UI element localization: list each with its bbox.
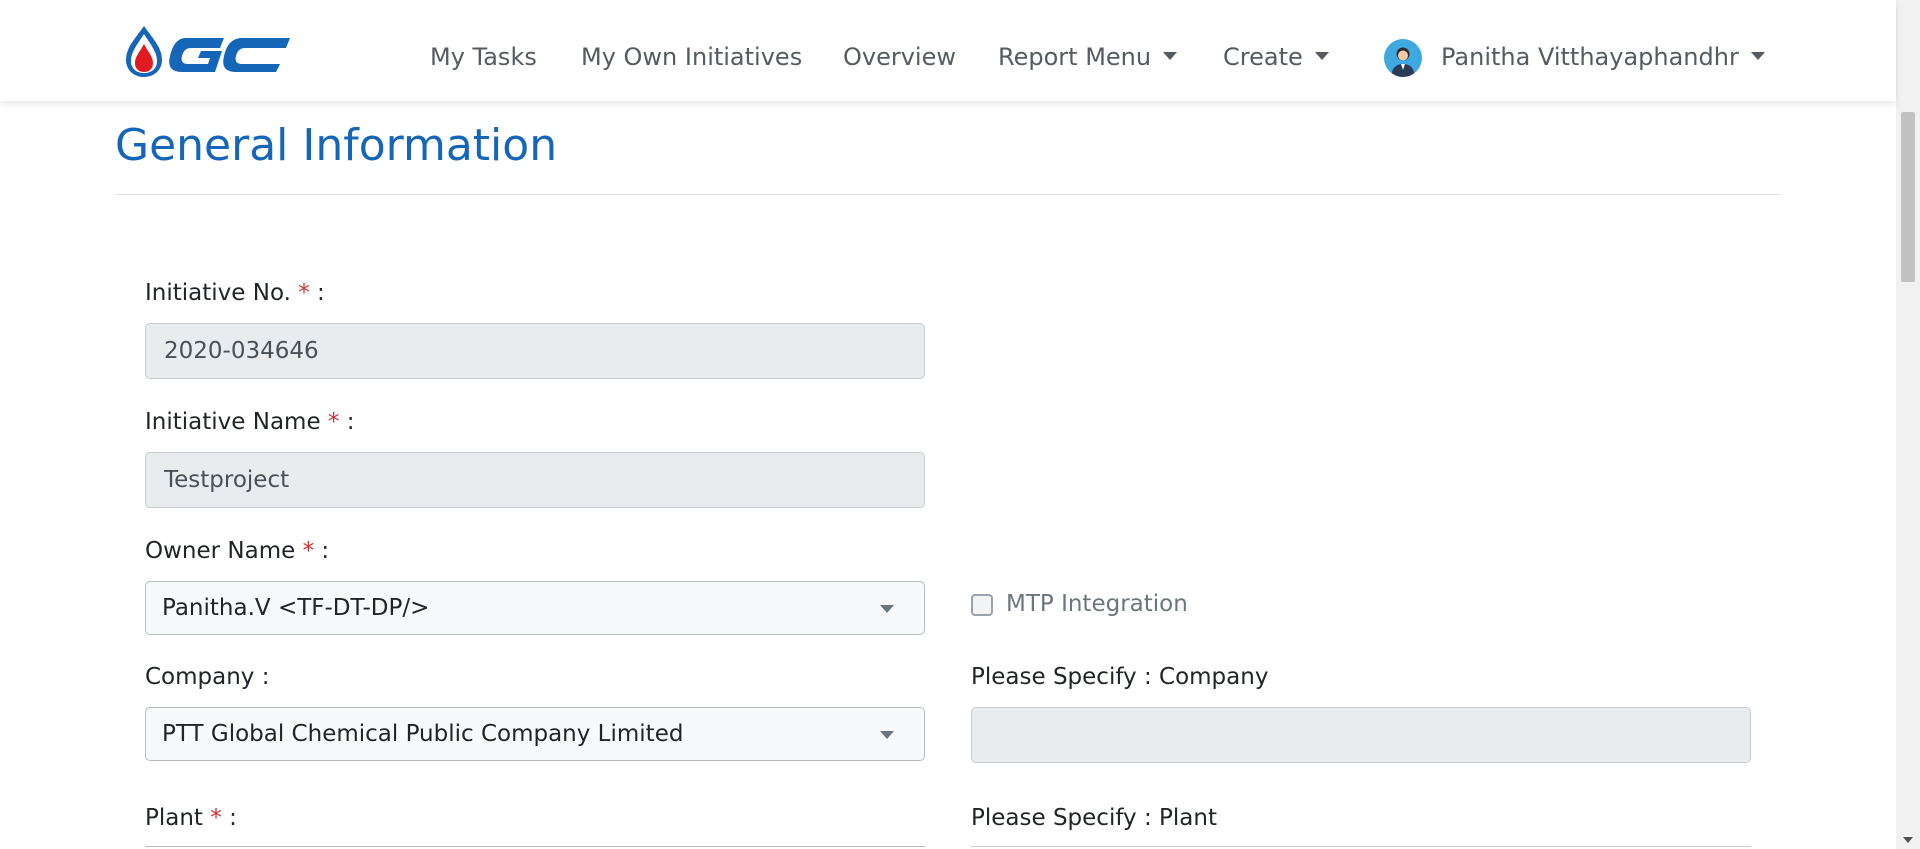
page-title: General Information xyxy=(115,120,558,171)
scrollbar-thumb[interactable] xyxy=(1901,112,1915,282)
label-colon: : xyxy=(317,280,325,306)
plant-label-text: Plant xyxy=(145,805,203,831)
company-select[interactable]: PTT Global Chemical Public Company Limit… xyxy=(145,707,925,761)
chevron-down-icon xyxy=(880,605,894,613)
chevron-down-icon xyxy=(1750,52,1765,60)
label-colon: : xyxy=(321,538,330,564)
nav-my-tasks[interactable]: My Tasks xyxy=(430,40,537,74)
initiative-name-label-text: Initiative Name xyxy=(145,409,321,435)
label-colon: : xyxy=(346,409,355,435)
initiative-no-label: Initiative No. * : xyxy=(145,277,325,309)
chevron-down-icon xyxy=(880,731,894,739)
specify-company-field[interactable] xyxy=(971,707,1751,763)
nav-my-own-initiatives[interactable]: My Own Initiatives xyxy=(581,40,802,74)
nav-report-menu[interactable]: Report Menu xyxy=(998,40,1178,74)
specify-company-label: Please Specify : Company xyxy=(971,664,1269,690)
nav-create[interactable]: Create xyxy=(1223,40,1329,74)
nav-report-menu-label: Report Menu xyxy=(998,43,1152,71)
required-mark: * xyxy=(327,409,340,435)
mtp-integration-checkbox[interactable] xyxy=(971,594,993,616)
initiative-name-label: Initiative Name * : xyxy=(145,406,354,438)
required-mark: * xyxy=(298,280,310,306)
chevron-down-icon xyxy=(1314,52,1329,60)
company-label: Company : xyxy=(145,664,270,690)
page-scrollbar[interactable] xyxy=(1896,0,1920,849)
owner-name-label-text: Owner Name xyxy=(145,538,296,564)
owner-name-select[interactable]: Panitha.V <TF-DT-DP/> xyxy=(145,581,925,635)
owner-name-label: Owner Name * : xyxy=(145,535,329,567)
required-mark: * xyxy=(210,805,222,831)
initiative-no-label-text: Initiative No. xyxy=(145,280,291,306)
nav-overview[interactable]: Overview xyxy=(843,40,956,74)
user-name: Panitha Vitthayaphandhr xyxy=(1441,43,1739,71)
gc-logo-icon xyxy=(126,26,290,77)
initiative-name-field[interactable] xyxy=(145,452,925,508)
required-mark: * xyxy=(302,538,315,564)
user-menu[interactable]: Panitha Vitthayaphandhr xyxy=(1441,40,1765,74)
owner-name-selected-value: Panitha.V <TF-DT-DP/> xyxy=(162,595,430,621)
nav-create-label: Create xyxy=(1223,43,1303,71)
plant-label: Plant * : xyxy=(145,802,237,834)
person-icon xyxy=(1391,47,1415,77)
gc-logo[interactable] xyxy=(124,24,292,78)
title-divider xyxy=(115,194,1780,195)
scroll-down-arrow-icon[interactable] xyxy=(1903,837,1913,843)
company-selected-value: PTT Global Chemical Public Company Limit… xyxy=(162,721,684,747)
mtp-integration-label[interactable]: MTP Integration xyxy=(1006,588,1188,620)
specify-plant-label: Please Specify : Plant xyxy=(971,805,1217,831)
chevron-down-icon xyxy=(1163,52,1178,60)
initiative-no-field[interactable] xyxy=(145,323,925,379)
top-navbar: My Tasks My Own Initiatives Overview Rep… xyxy=(0,0,1896,101)
user-avatar-icon[interactable] xyxy=(1384,39,1422,77)
label-colon: : xyxy=(229,805,237,831)
